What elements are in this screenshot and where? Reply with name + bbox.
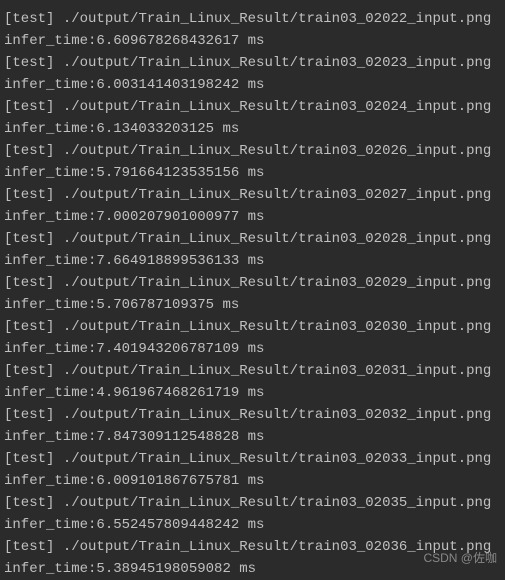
log-path-line: [test] ./output/Train_Linux_Result/train… bbox=[4, 96, 501, 118]
log-path: ./output/Train_Linux_Result/train03_0203… bbox=[63, 363, 491, 379]
infer-time-value: 6.134033203125 ms bbox=[96, 121, 239, 137]
log-timing-line: infer_time:6.009101867675781 ms bbox=[4, 470, 501, 492]
infer-time-value: 5.38945198059082 ms bbox=[96, 561, 256, 577]
infer-time-label: infer_time: bbox=[4, 165, 96, 181]
log-path: ./output/Train_Linux_Result/train03_0203… bbox=[63, 495, 491, 511]
log-prefix: [test] bbox=[4, 539, 54, 555]
infer-time-value: 5.791664123535156 ms bbox=[96, 165, 264, 181]
log-prefix: [test] bbox=[4, 363, 54, 379]
log-path-line: [test] ./output/Train_Linux_Result/train… bbox=[4, 140, 501, 162]
log-prefix: [test] bbox=[4, 187, 54, 203]
log-path: ./output/Train_Linux_Result/train03_0202… bbox=[63, 55, 491, 71]
infer-time-label: infer_time: bbox=[4, 561, 96, 577]
log-timing-line: infer_time:6.609678268432617 ms bbox=[4, 30, 501, 52]
log-prefix: [test] bbox=[4, 143, 54, 159]
infer-time-label: infer_time: bbox=[4, 77, 96, 93]
log-path: ./output/Train_Linux_Result/train03_0202… bbox=[63, 99, 491, 115]
log-path: ./output/Train_Linux_Result/train03_0202… bbox=[63, 187, 491, 203]
log-prefix: [test] bbox=[4, 495, 54, 511]
log-path-line: [test] ./output/Train_Linux_Result/train… bbox=[4, 228, 501, 250]
watermark-label: CSDN @佐咖 bbox=[423, 547, 497, 569]
infer-time-label: infer_time: bbox=[4, 341, 96, 357]
log-prefix: [test] bbox=[4, 231, 54, 247]
infer-time-value: 4.961967468261719 ms bbox=[96, 385, 264, 401]
log-prefix: [test] bbox=[4, 55, 54, 71]
log-timing-line: infer_time:6.003141403198242 ms bbox=[4, 74, 501, 96]
log-timing-line: infer_time:5.791664123535156 ms bbox=[4, 162, 501, 184]
infer-time-label: infer_time: bbox=[4, 473, 96, 489]
infer-time-label: infer_time: bbox=[4, 297, 96, 313]
log-path: ./output/Train_Linux_Result/train03_0203… bbox=[63, 319, 491, 335]
log-path-line: [test] ./output/Train_Linux_Result/train… bbox=[4, 316, 501, 338]
infer-time-label: infer_time: bbox=[4, 253, 96, 269]
log-timing-line: infer_time:6.552457809448242 ms bbox=[4, 514, 501, 536]
log-prefix: [test] bbox=[4, 99, 54, 115]
log-prefix: [test] bbox=[4, 11, 54, 27]
infer-time-label: infer_time: bbox=[4, 385, 96, 401]
log-path: ./output/Train_Linux_Result/train03_0202… bbox=[63, 231, 491, 247]
infer-time-value: 7.664918899536133 ms bbox=[96, 253, 264, 269]
log-timing-line: infer_time:7.847309112548828 ms bbox=[4, 426, 501, 448]
log-path: ./output/Train_Linux_Result/train03_0202… bbox=[63, 275, 491, 291]
infer-time-value: 6.552457809448242 ms bbox=[96, 517, 264, 533]
infer-time-label: infer_time: bbox=[4, 209, 96, 225]
log-path: ./output/Train_Linux_Result/train03_0202… bbox=[63, 143, 491, 159]
log-timing-line: infer_time:7.401943206787109 ms bbox=[4, 338, 501, 360]
infer-time-value: 7.000207901000977 ms bbox=[96, 209, 264, 225]
log-timing-line: infer_time:7.664918899536133 ms bbox=[4, 250, 501, 272]
log-path-line: [test] ./output/Train_Linux_Result/train… bbox=[4, 184, 501, 206]
log-timing-line: infer_time:6.134033203125 ms bbox=[4, 118, 501, 140]
log-prefix: [test] bbox=[4, 407, 54, 423]
infer-time-label: infer_time: bbox=[4, 517, 96, 533]
infer-time-label: infer_time: bbox=[4, 33, 96, 49]
log-prefix: [test] bbox=[4, 319, 54, 335]
log-path-line: [test] ./output/Train_Linux_Result/train… bbox=[4, 52, 501, 74]
log-path-line: [test] ./output/Train_Linux_Result/train… bbox=[4, 404, 501, 426]
log-timing-line: infer_time:5.706787109375 ms bbox=[4, 294, 501, 316]
log-prefix: [test] bbox=[4, 275, 54, 291]
log-prefix: [test] bbox=[4, 451, 54, 467]
log-path-line: [test] ./output/Train_Linux_Result/train… bbox=[4, 272, 501, 294]
infer-time-value: 6.009101867675781 ms bbox=[96, 473, 264, 489]
infer-time-value: 7.401943206787109 ms bbox=[96, 341, 264, 357]
log-path-line: [test] ./output/Train_Linux_Result/train… bbox=[4, 448, 501, 470]
infer-time-value: 6.609678268432617 ms bbox=[96, 33, 264, 49]
log-path-line: [test] ./output/Train_Linux_Result/train… bbox=[4, 8, 501, 30]
infer-time-value: 7.847309112548828 ms bbox=[96, 429, 264, 445]
terminal-output: [test] ./output/Train_Linux_Result/train… bbox=[4, 8, 501, 580]
log-path-line: [test] ./output/Train_Linux_Result/train… bbox=[4, 492, 501, 514]
log-path: ./output/Train_Linux_Result/train03_0203… bbox=[63, 407, 491, 423]
log-path: ./output/Train_Linux_Result/train03_0202… bbox=[63, 11, 491, 27]
infer-time-label: infer_time: bbox=[4, 121, 96, 137]
log-path-line: [test] ./output/Train_Linux_Result/train… bbox=[4, 360, 501, 382]
log-timing-line: infer_time:4.961967468261719 ms bbox=[4, 382, 501, 404]
log-path: ./output/Train_Linux_Result/train03_0203… bbox=[63, 451, 491, 467]
infer-time-label: infer_time: bbox=[4, 429, 96, 445]
infer-time-value: 6.003141403198242 ms bbox=[96, 77, 264, 93]
log-timing-line: infer_time:7.000207901000977 ms bbox=[4, 206, 501, 228]
infer-time-value: 5.706787109375 ms bbox=[96, 297, 239, 313]
